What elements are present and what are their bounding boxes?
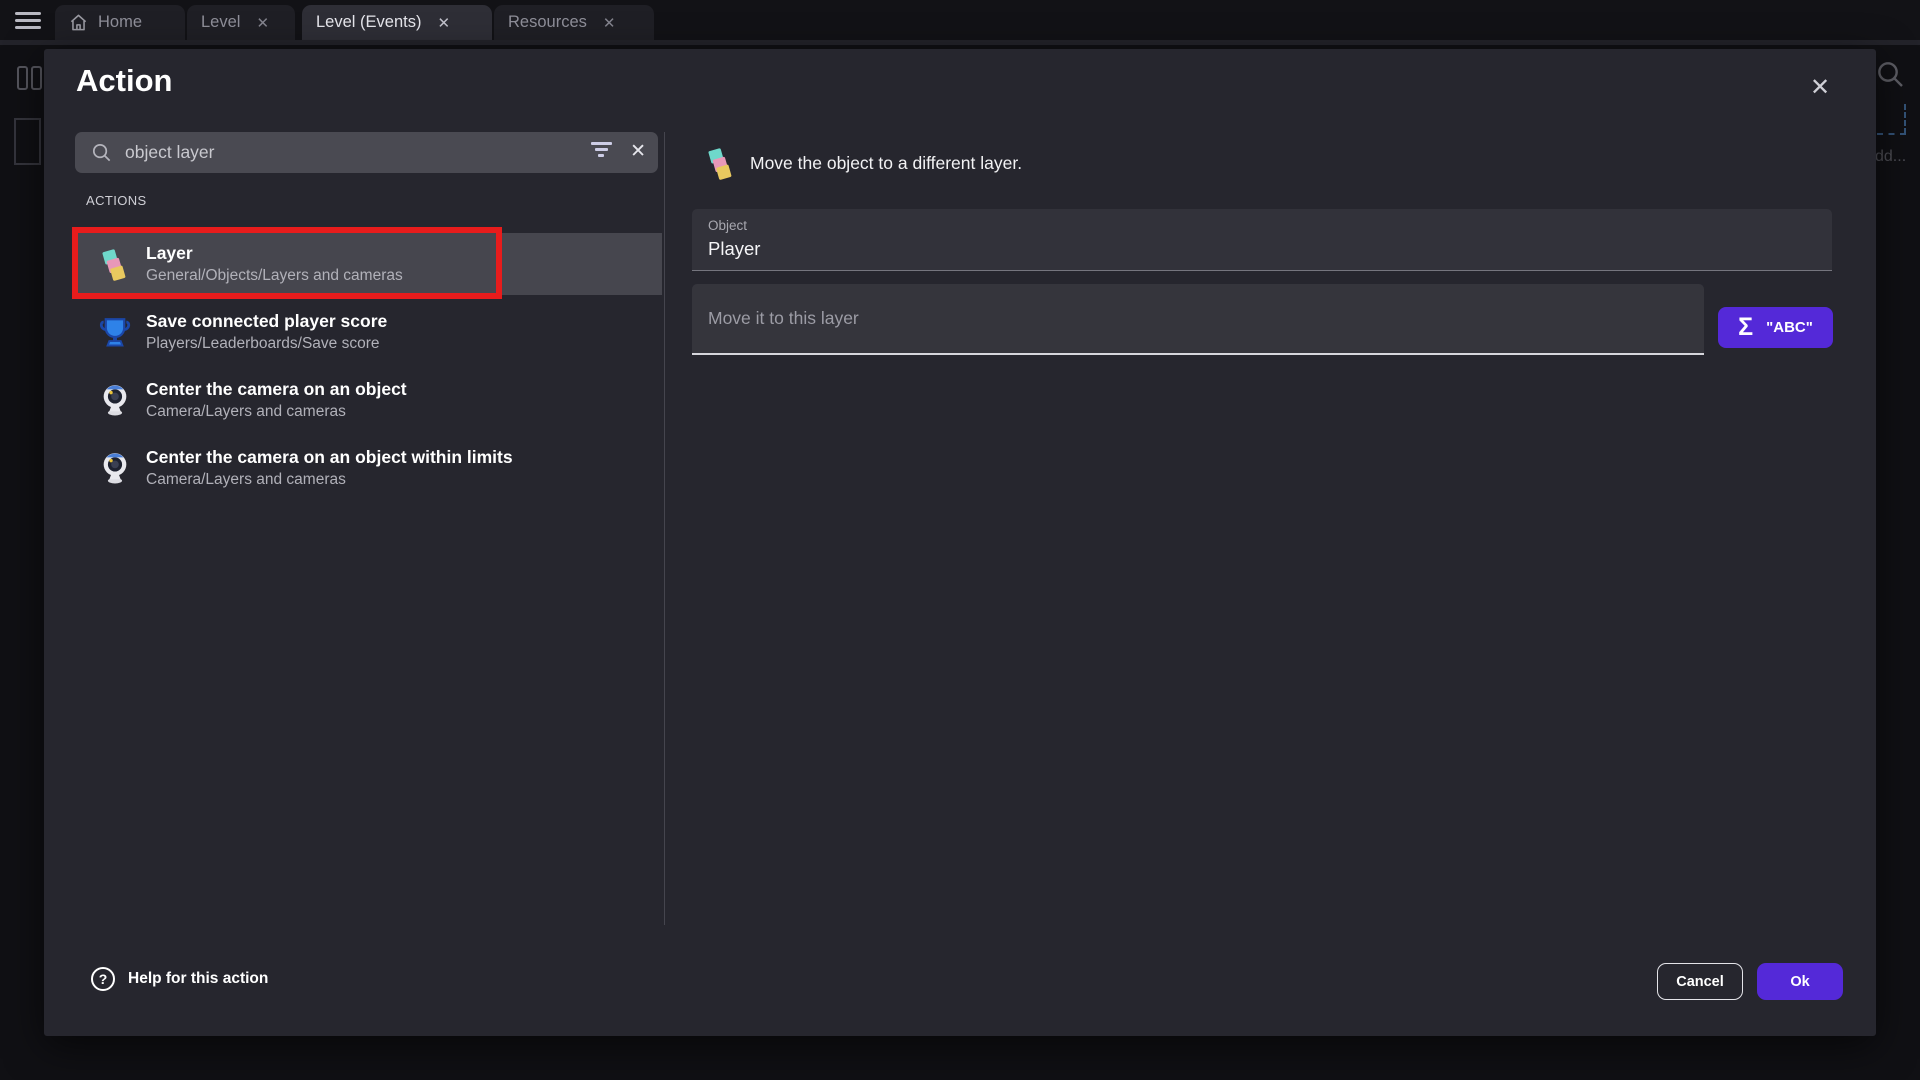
sigma-icon: Σ bbox=[1738, 315, 1753, 340]
layers-icon bbox=[98, 247, 132, 281]
action-path: Camera/Layers and cameras bbox=[146, 403, 407, 421]
action-list-item-layer[interactable]: Layer General/Objects/Layers and cameras bbox=[77, 233, 662, 295]
filter-icon[interactable] bbox=[590, 142, 612, 162]
actions-section-header: ACTIONS bbox=[86, 193, 147, 208]
clear-search-icon[interactable]: ✕ bbox=[630, 140, 646, 163]
action-path: Camera/Layers and cameras bbox=[146, 471, 513, 489]
webcam-icon bbox=[98, 451, 132, 485]
object-field-value: Player bbox=[708, 238, 760, 260]
ok-button[interactable]: Ok bbox=[1757, 963, 1843, 1000]
trophy-icon bbox=[98, 315, 132, 349]
help-icon: ? bbox=[91, 967, 115, 991]
dialog-title: Action bbox=[76, 63, 172, 99]
expression-editor-button[interactable]: Σ "ABC" bbox=[1718, 307, 1833, 348]
action-title: Save connected player score bbox=[146, 311, 387, 332]
webcam-icon bbox=[98, 383, 132, 417]
layers-icon bbox=[704, 146, 738, 180]
object-field-label: Object bbox=[708, 218, 747, 233]
action-path: Players/Leaderboards/Save score bbox=[146, 335, 387, 353]
layer-input[interactable] bbox=[708, 284, 1678, 353]
action-list-item-save-score[interactable]: Save connected player score Players/Lead… bbox=[77, 301, 662, 363]
action-title: Center the camera on an object within li… bbox=[146, 447, 513, 468]
search-icon bbox=[90, 141, 113, 164]
help-link[interactable]: ? Help for this action bbox=[91, 967, 268, 991]
layer-field bbox=[692, 284, 1704, 355]
action-path: General/Objects/Layers and cameras bbox=[146, 267, 403, 285]
panel-divider bbox=[664, 132, 665, 925]
dialog-close-icon[interactable]: ✕ bbox=[1804, 71, 1836, 103]
action-title: Center the camera on an object bbox=[146, 379, 407, 400]
action-title: Layer bbox=[146, 243, 403, 264]
search-input[interactable] bbox=[125, 132, 595, 173]
cancel-button[interactable]: Cancel bbox=[1657, 963, 1743, 1000]
object-field[interactable]: Object Player bbox=[692, 209, 1832, 271]
action-dialog: Action ✕ ✕ ACTIONS La bbox=[44, 49, 1876, 1036]
action-search-bar: ✕ bbox=[75, 132, 658, 173]
expression-button-label: "ABC" bbox=[1766, 319, 1813, 336]
action-description: Move the object to a different layer. bbox=[750, 153, 1022, 174]
action-list-item-center-camera-limits[interactable]: Center the camera on an object within li… bbox=[77, 437, 662, 499]
help-label: Help for this action bbox=[128, 970, 268, 988]
action-list-item-center-camera[interactable]: Center the camera on an object Camera/La… bbox=[77, 369, 662, 431]
gdevelop-editor-screen: Home Level ✕ Level (Events) ✕ Resources … bbox=[0, 0, 1920, 1080]
